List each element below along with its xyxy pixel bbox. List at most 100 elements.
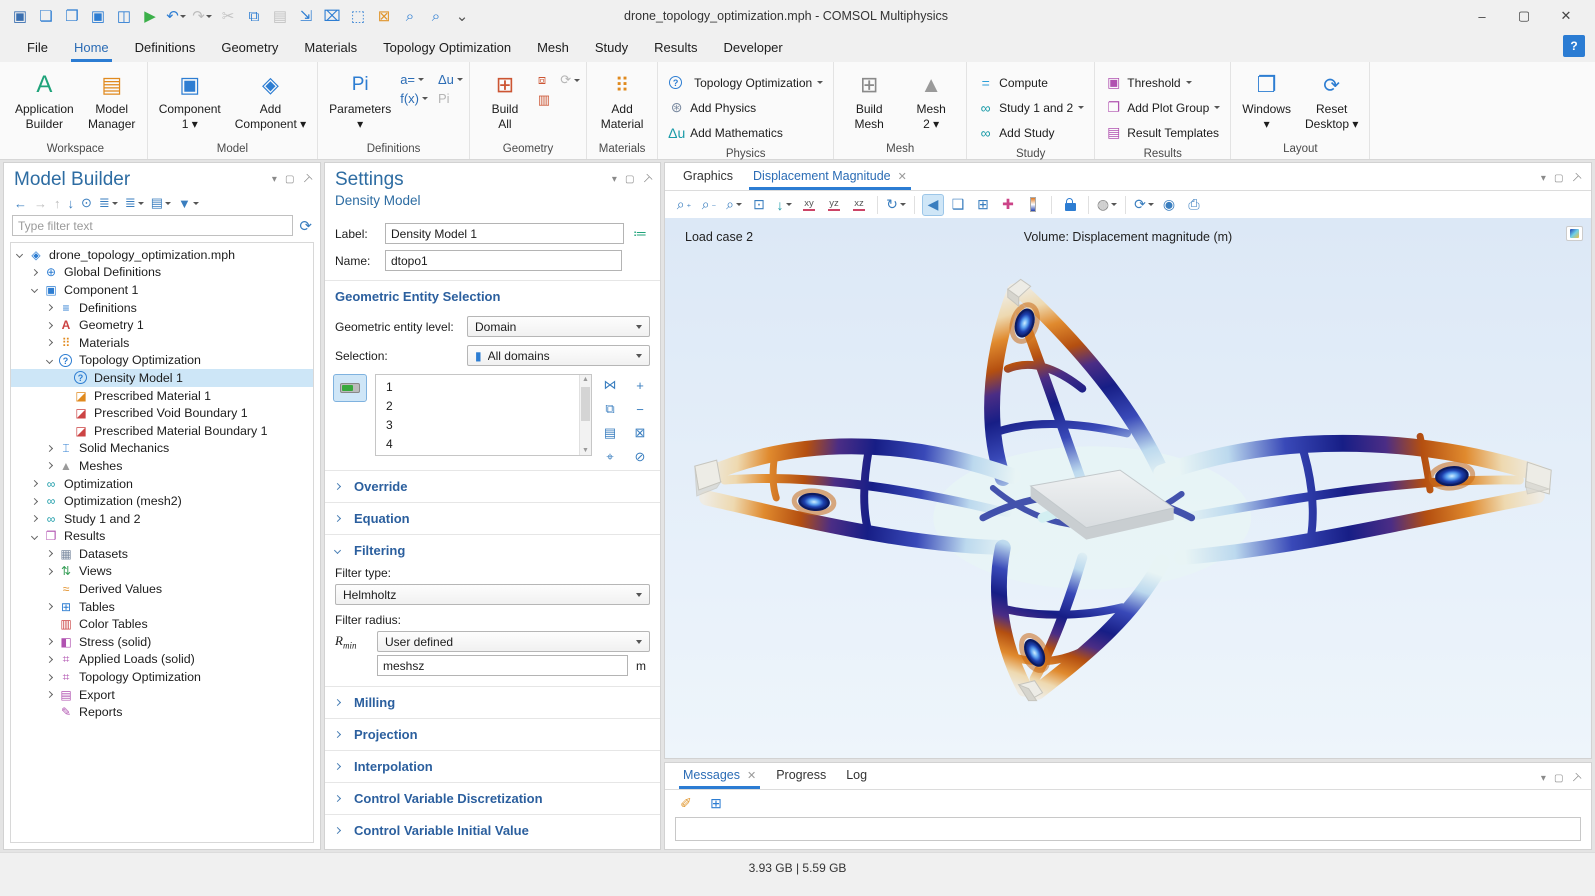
add-to-selection-icon[interactable]: + bbox=[630, 376, 650, 394]
label-input[interactable] bbox=[385, 223, 624, 244]
study-1-and-2-button[interactable]: ∞Study 1 and 2 bbox=[973, 95, 1088, 120]
collapse-panel-icon[interactable]: ▾ bbox=[272, 174, 277, 185]
close-tab-icon[interactable]: ✕ bbox=[898, 170, 907, 183]
section-filtering[interactable]: Filtering bbox=[325, 534, 660, 566]
maximize-button[interactable]: ▢ bbox=[1503, 2, 1545, 30]
tree-item[interactable]: AGeometry 1 bbox=[11, 316, 313, 334]
expand-chevron-icon[interactable] bbox=[46, 568, 53, 575]
clear-selection-icon[interactable]: ⊠ bbox=[630, 424, 650, 442]
tab-results[interactable]: Results bbox=[641, 35, 710, 62]
tree-item[interactable]: ⊞Tables bbox=[11, 598, 313, 616]
grid-icon[interactable]: ⊞ bbox=[972, 194, 994, 216]
close-button[interactable]: ✕ bbox=[1545, 2, 1587, 30]
expand-chevron-icon[interactable] bbox=[31, 269, 38, 276]
tab-materials[interactable]: Materials bbox=[291, 35, 370, 62]
tree-item[interactable]: ∞Optimization bbox=[11, 475, 313, 493]
show-name-icon[interactable]: ≔ bbox=[630, 224, 650, 244]
expand-chevron-icon[interactable] bbox=[31, 480, 38, 487]
tree-item[interactable]: ◈drone_topology_optimization.mph bbox=[11, 246, 313, 264]
expand-chevron-icon[interactable] bbox=[46, 462, 53, 469]
help-button[interactable]: ? bbox=[1563, 35, 1585, 57]
zoom-extents-icon[interactable]: ⊡ bbox=[748, 194, 770, 216]
search-replace-icon[interactable]: ⌕ bbox=[424, 4, 448, 28]
compute-button[interactable]: =Compute bbox=[973, 70, 1088, 95]
axes-icon[interactable]: ✚ bbox=[997, 194, 1019, 216]
messages-tab-log[interactable]: Log bbox=[836, 763, 877, 789]
selection-entry[interactable]: 2 bbox=[376, 396, 591, 415]
move-up-icon[interactable]: ↑ bbox=[54, 196, 61, 211]
tree-item[interactable]: ⠿Materials bbox=[11, 334, 313, 352]
app-logo-icon[interactable]: ▣ bbox=[8, 4, 32, 28]
select-box-icon[interactable]: ⬚ bbox=[346, 4, 370, 28]
tree-item[interactable]: ▤Export bbox=[11, 686, 313, 704]
add-study-button[interactable]: ∞Add Study bbox=[973, 120, 1088, 145]
expand-chevron-icon[interactable] bbox=[46, 445, 53, 452]
nonlocal-couplings-button[interactable]: Δu bbox=[438, 72, 463, 87]
tab-file[interactable]: File bbox=[14, 35, 61, 62]
tree-item[interactable]: ≡Definitions bbox=[11, 299, 313, 317]
selection-scrollbar[interactable]: ▲ ▼ bbox=[579, 375, 591, 455]
tree-item[interactable]: ⌶Solid Mechanics bbox=[11, 440, 313, 458]
pin-icon[interactable]: ⊤ bbox=[299, 172, 315, 188]
section-control-variable-discretization[interactable]: Control Variable Discretization bbox=[325, 782, 660, 814]
selection-entry[interactable]: 4 bbox=[376, 434, 591, 453]
graphics-canvas[interactable]: Load case 2 Volume: Displacement magnitu… bbox=[665, 218, 1591, 758]
graphics-tab-displacement-magnitude[interactable]: Displacement Magnitude✕ bbox=[743, 164, 917, 190]
view-xz-icon[interactable]: xz bbox=[848, 194, 870, 216]
tab-mesh[interactable]: Mesh bbox=[524, 35, 582, 62]
add-plot-group-button[interactable]: ❐Add Plot Group bbox=[1101, 95, 1224, 120]
new-file-icon[interactable]: ❏ bbox=[34, 4, 58, 28]
tree-item[interactable]: ⇅Views bbox=[11, 563, 313, 581]
zoom-to-selection-icon[interactable]: ⌖ bbox=[600, 448, 620, 466]
rebuild-icon[interactable]: ⟳ bbox=[560, 72, 580, 88]
collapse-panel-icon[interactable]: ▾ bbox=[1541, 173, 1546, 184]
minimize-button[interactable]: – bbox=[1461, 2, 1503, 30]
expand-chevron-icon[interactable] bbox=[46, 304, 53, 311]
tree-item[interactable]: ◪Prescribed Material 1 bbox=[11, 387, 313, 405]
selection-entry[interactable]: 1 bbox=[376, 377, 591, 396]
tree-item[interactable]: ?Topology Optimization bbox=[11, 352, 313, 370]
rotate-view-icon[interactable]: ↻ bbox=[885, 194, 907, 216]
expand-chevron-icon[interactable] bbox=[46, 656, 53, 663]
expand-chevron-icon[interactable] bbox=[46, 550, 53, 557]
float-panel-icon[interactable]: ▢ bbox=[1554, 173, 1563, 184]
color-legend-icon[interactable] bbox=[1022, 194, 1044, 216]
transparency-icon[interactable]: ❑ bbox=[947, 194, 969, 216]
tree-item[interactable]: ⌗Topology Optimization bbox=[11, 668, 313, 686]
result-templates-button[interactable]: ▤Result Templates bbox=[1101, 120, 1224, 145]
save-icon[interactable]: ▣ bbox=[86, 4, 110, 28]
functions-button[interactable]: f(x) bbox=[400, 91, 428, 106]
tree-item[interactable]: ◪Prescribed Material Boundary 1 bbox=[11, 422, 313, 440]
expand-chevron-icon[interactable] bbox=[31, 515, 38, 522]
section-projection[interactable]: Projection bbox=[325, 718, 660, 750]
zoom-out-icon[interactable]: ⌕₋ bbox=[698, 194, 720, 216]
model-tree-nodes-icon[interactable]: ▤ bbox=[151, 195, 171, 211]
expand-chevron-icon[interactable] bbox=[46, 638, 53, 645]
collapse-panel-icon[interactable]: ▾ bbox=[612, 174, 617, 185]
build-mesh-button[interactable]: ⊞BuildMesh bbox=[840, 66, 898, 134]
clear-selection-icon[interactable]: ⊠ bbox=[372, 4, 396, 28]
tree-item[interactable]: ▣Component 1 bbox=[11, 281, 313, 299]
messages-tab-messages[interactable]: Messages✕ bbox=[673, 763, 766, 789]
tree-item[interactable]: ≈Derived Values bbox=[11, 580, 313, 598]
create-selection-icon[interactable]: ⋈ bbox=[600, 376, 620, 394]
tree-item[interactable]: ⊕Global Definitions bbox=[11, 264, 313, 282]
radius-mode-dropdown[interactable]: User defined bbox=[377, 631, 650, 652]
geometric-entity-selection-header[interactable]: Geometric Entity Selection bbox=[335, 289, 500, 304]
speaker-icon[interactable]: ◀ bbox=[922, 194, 944, 216]
snapshot-camera-icon[interactable]: ◉ bbox=[1158, 194, 1180, 216]
expand-chevron-icon[interactable] bbox=[46, 603, 53, 610]
expand-chevron-icon[interactable] bbox=[46, 339, 53, 346]
tree-item[interactable]: ▲Meshes bbox=[11, 457, 313, 475]
go-to-view-icon[interactable]: ↓ bbox=[773, 194, 795, 216]
open-file-icon[interactable]: ❐ bbox=[60, 4, 84, 28]
pin-icon[interactable]: ⊤ bbox=[1568, 171, 1584, 187]
lock-icon[interactable] bbox=[1059, 194, 1081, 216]
paste-icon[interactable]: ▤ bbox=[268, 4, 292, 28]
delete-icon[interactable]: ⌧ bbox=[320, 4, 344, 28]
model-manager-button[interactable]: ▤ModelManager bbox=[83, 66, 141, 134]
build-all-geometry-button[interactable]: ⊞BuildAll bbox=[476, 66, 534, 134]
appearance-palette-icon[interactable]: ◍ bbox=[1096, 194, 1118, 216]
selection-list[interactable]: 1234 ▲ ▼ bbox=[375, 374, 592, 456]
tree-item[interactable]: ▦Datasets bbox=[11, 545, 313, 563]
